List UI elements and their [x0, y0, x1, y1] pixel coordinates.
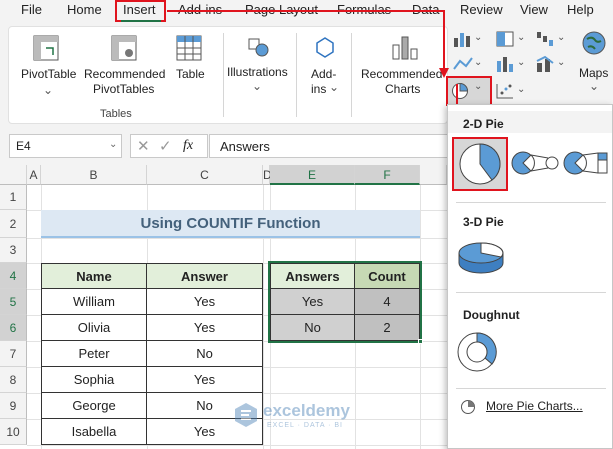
more-pie-charts-option[interactable]: More Pie Charts...	[460, 397, 610, 417]
table-cell[interactable]: Sophia	[42, 367, 147, 393]
bar-of-pie-icon	[563, 151, 608, 175]
table-cell[interactable]: George	[42, 393, 147, 419]
chevron-down-icon: ⌄	[109, 139, 118, 150]
header-answer[interactable]: Answer	[147, 264, 262, 289]
dropdown-separator	[456, 202, 606, 203]
dropdown-separator	[456, 388, 606, 389]
row-header[interactable]: 4	[0, 263, 27, 289]
table-cell[interactable]: William	[42, 289, 147, 315]
row-header[interactable]: 7	[0, 341, 27, 367]
bar-of-pie-option[interactable]	[562, 145, 612, 181]
table-cell[interactable]: Peter	[42, 341, 147, 367]
table-cell[interactable]: Yes	[147, 315, 262, 341]
row-header[interactable]: 1	[0, 185, 27, 210]
column-header[interactable]: C	[147, 165, 263, 185]
watermark-name: exceldemy	[263, 401, 350, 420]
pie-3d-icon	[458, 242, 504, 274]
name-box[interactable]: E4	[9, 134, 122, 158]
pie-of-pie-option[interactable]	[510, 145, 560, 181]
doughnut-icon	[457, 332, 497, 372]
row-header[interactable]: 2	[0, 210, 27, 238]
section-doughnut: Doughnut	[448, 302, 612, 324]
row-header[interactable]: 3	[0, 238, 27, 263]
sheet-title[interactable]: Using COUNTIF Function	[41, 210, 420, 238]
table-cell[interactable]: Isabella	[42, 419, 147, 444]
selection-border	[268, 261, 422, 343]
table-cell[interactable]: Yes	[147, 367, 262, 393]
check-icon[interactable]: ✓	[159, 137, 172, 155]
column-header[interactable]: F	[355, 165, 420, 185]
watermark-tagline: EXCEL · DATA · BI	[267, 422, 343, 429]
column-header-blank[interactable]	[420, 165, 447, 185]
column-header[interactable]: A	[27, 165, 41, 185]
column-header[interactable]: D	[263, 165, 272, 185]
pie-of-pie-icon	[511, 151, 559, 175]
cancel-icon[interactable]: ✕	[137, 137, 150, 155]
dropdown-separator	[456, 292, 606, 293]
row-header[interactable]: 6	[0, 315, 27, 341]
column-header[interactable]: B	[41, 165, 147, 185]
gridline	[27, 445, 447, 446]
fill-handle[interactable]	[418, 339, 423, 344]
pie-option-highlight	[452, 137, 508, 191]
section-2d-pie: 2-D Pie	[448, 111, 612, 133]
pie-chart-dropdown: 2-D Pie 3-D Pie Doughnut More Pie Charts…	[447, 104, 613, 449]
formula-buttons: ✕ ✓ fx	[130, 134, 208, 158]
row-header[interactable]: 5	[0, 289, 27, 315]
row-header[interactable]: 10	[0, 419, 27, 445]
section-3d-pie: 3-D Pie	[448, 209, 612, 231]
table-cell[interactable]: No	[147, 341, 262, 367]
more-pie-charts-label[interactable]: More Pie Charts...	[486, 399, 583, 413]
column-header[interactable]: E	[270, 165, 355, 185]
header-name[interactable]: Name	[42, 264, 147, 289]
doughnut-option[interactable]	[454, 329, 500, 375]
fx-icon[interactable]: fx	[183, 138, 193, 154]
row-header[interactable]: 9	[0, 393, 27, 419]
main-table: Name Answer William Yes Olivia Yes Peter…	[41, 263, 263, 445]
select-all-corner[interactable]	[0, 165, 27, 185]
exceldemy-logo-icon	[235, 403, 257, 427]
gridline	[27, 238, 447, 239]
row-header[interactable]: 8	[0, 367, 27, 393]
pie-small-icon	[461, 400, 475, 414]
watermark: exceldemy EXCEL · DATA · BI	[233, 400, 383, 434]
table-cell[interactable]: Yes	[147, 289, 262, 315]
pie-3d-option[interactable]	[456, 237, 506, 277]
table-cell[interactable]: Olivia	[42, 315, 147, 341]
